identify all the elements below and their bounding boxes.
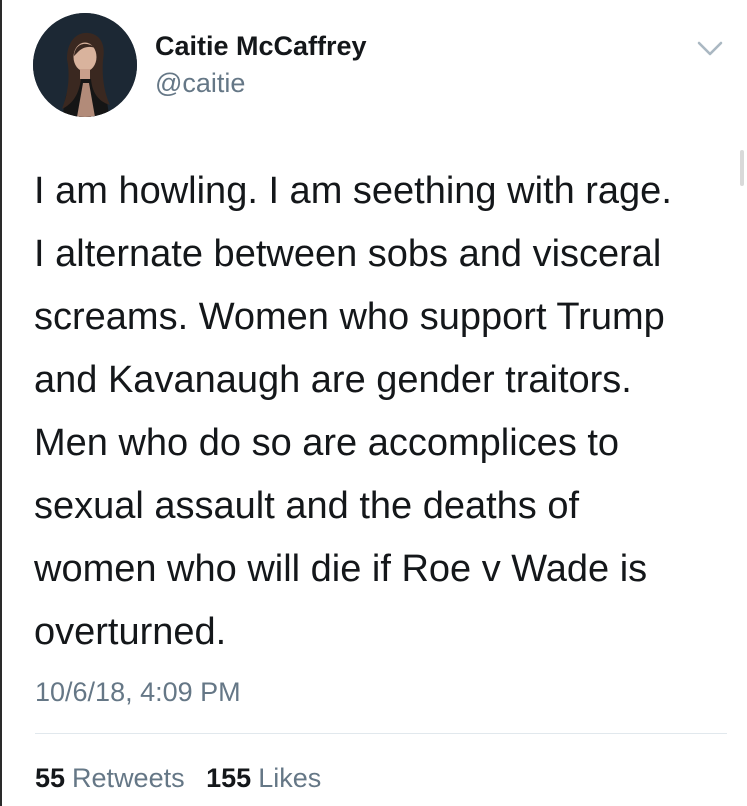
likes-stat[interactable]: 155 Likes [206, 762, 321, 794]
tweet-stats: 55 Retweets 155 Likes [35, 762, 335, 794]
display-name[interactable]: Caitie McCaffrey [155, 30, 367, 62]
tweet-text-line: I alternate between sobs and visceral [34, 233, 662, 275]
tweet-card: Caitie McCaffrey @caitie I am howling. I… [0, 0, 747, 806]
tweet-text-line: overturned. [34, 611, 227, 653]
avatar[interactable] [33, 13, 137, 117]
likes-label: Likes [258, 763, 322, 793]
retweets-label: Retweets [72, 763, 185, 793]
tweet-text-line: women who will die if Roe v Wade is [34, 548, 648, 590]
tweet-text: I am howling. I am seething with rage. I… [34, 160, 724, 664]
scroll-indicator[interactable] [740, 150, 744, 186]
retweets-stat[interactable]: 55 Retweets [35, 762, 185, 794]
tweet-text-line: and Kavanaugh are gender traitors. [34, 359, 632, 401]
divider [35, 733, 727, 734]
user-handle[interactable]: @caitie [155, 67, 245, 99]
chevron-down-icon[interactable] [694, 36, 726, 60]
tweet-text-line: sexual assault and the deaths of [34, 485, 580, 527]
window-edge [0, 0, 2, 806]
retweets-count: 55 [35, 763, 66, 793]
likes-count: 155 [206, 763, 252, 793]
tweet-timestamp[interactable]: 10/6/18, 4:09 PM [35, 676, 241, 708]
tweet-text-line: Men who do so are accomplices to [34, 422, 620, 464]
profile-photo [33, 13, 137, 117]
tweet-text-line: screams. Women who support Trump [34, 296, 665, 338]
tweet-text-line: I am howling. I am seething with rage. [34, 170, 672, 212]
